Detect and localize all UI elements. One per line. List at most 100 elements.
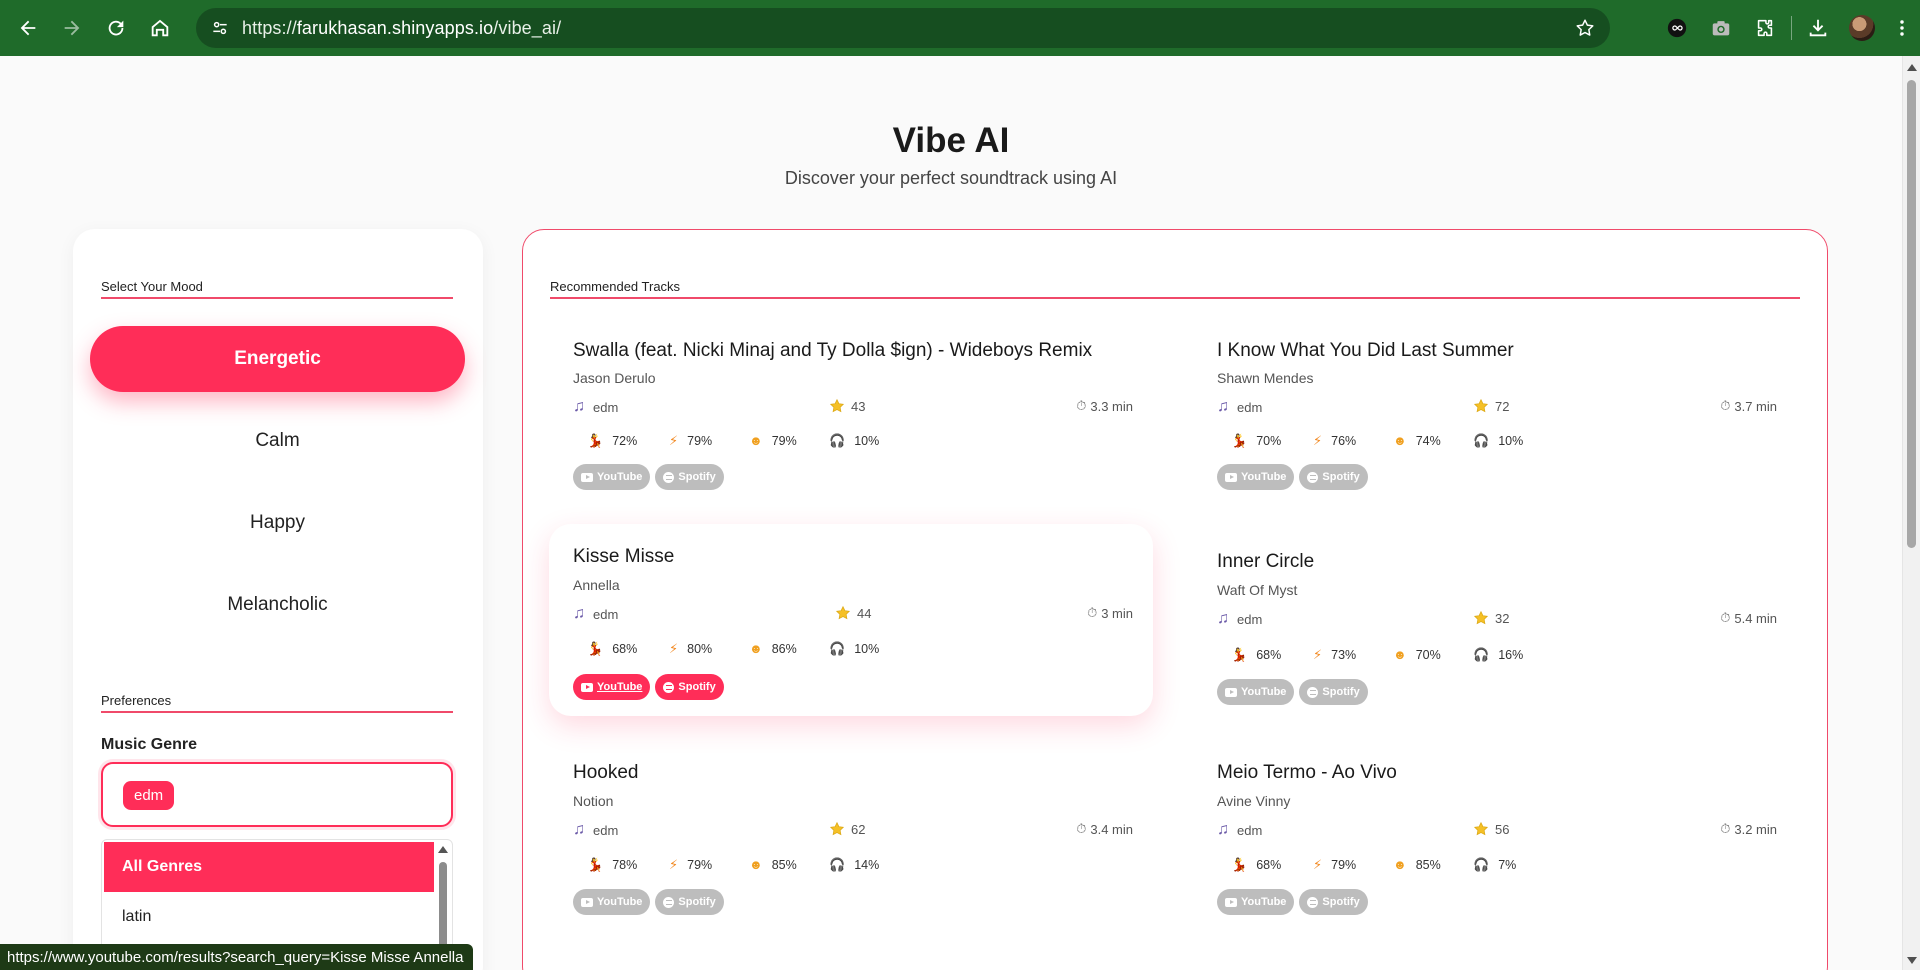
stat-danceability-value: 68% — [1256, 858, 1282, 872]
toolbar-divider — [1791, 16, 1792, 40]
preferences-section-label: Preferences — [101, 693, 172, 708]
spotify-button[interactable]: Spotify — [655, 889, 724, 915]
track-title: Hooked — [573, 762, 639, 783]
smiley-icon: ☻ — [749, 641, 763, 656]
mood-button-happy[interactable]: Happy — [90, 490, 465, 556]
profile-avatar[interactable] — [1840, 8, 1884, 48]
track-genre: ♫ edm — [1217, 821, 1262, 839]
reload-button[interactable] — [94, 8, 138, 48]
track-genre-text: edm — [593, 399, 619, 415]
mood-button-energetic[interactable]: Energetic — [90, 326, 465, 392]
spotify-button-label: Spotify — [1322, 686, 1360, 698]
mood-button-calm[interactable]: Calm — [90, 408, 465, 474]
track-card[interactable]: Meio Termo - Ao Vivo Avine Vinny ♫ edm 56 ⏱ 3.… — [1193, 736, 1797, 928]
spotify-button[interactable]: Spotify — [655, 464, 724, 490]
scroll-thumb[interactable] — [1907, 80, 1916, 548]
extension-camera-icon[interactable] — [1699, 8, 1743, 48]
genre-option-latin[interactable]: latin — [104, 892, 434, 942]
download-icon[interactable] — [1796, 8, 1840, 48]
address-bar[interactable]: https://farukhasan.shinyapps.io/vibe_ai/ — [196, 8, 1610, 48]
track-duration-text: 3.2 min — [1734, 821, 1777, 837]
track-artist: Annella — [573, 577, 620, 593]
track-link-buttons: YouTube Spotify — [573, 674, 724, 700]
track-card[interactable]: Inner Circle Waft Of Myst ♫ edm 32 ⏱ 5.4 min 💃 6… — [1193, 524, 1797, 716]
track-popularity: 72 — [1473, 398, 1509, 414]
forward-button[interactable] — [50, 8, 94, 48]
track-duration-text: 3.3 min — [1090, 398, 1133, 414]
stat-danceability-value: 68% — [612, 642, 638, 656]
track-duration: ⏱ 3.2 min — [1720, 821, 1777, 837]
stat-danceability-value: 72% — [612, 434, 638, 448]
star-icon — [835, 605, 851, 620]
scroll-up-icon[interactable] — [1907, 64, 1917, 71]
dropdown-scroll-up-icon[interactable] — [438, 846, 448, 853]
youtube-button[interactable]: YouTube — [573, 464, 651, 490]
youtube-button[interactable]: YouTube — [1217, 679, 1295, 705]
track-card[interactable]: Swalla (feat. Nicki Minaj and Ty Dolla $… — [549, 316, 1153, 508]
track-title: I Know What You Did Last Summer — [1217, 340, 1514, 361]
stat-energy: ⚡ 79% — [669, 433, 712, 449]
home-button[interactable] — [138, 8, 182, 48]
spotify-button-label: Spotify — [678, 896, 716, 908]
back-button[interactable] — [6, 8, 50, 48]
stat-valence-value: 86% — [771, 641, 797, 656]
spotify-button-label: Spotify — [1322, 471, 1360, 483]
mood-button-melancholic[interactable]: Melancholic — [90, 572, 465, 638]
music-genre-label: Music Genre — [101, 736, 198, 753]
stat-acousticness-value: 10% — [854, 642, 880, 656]
track-card[interactable]: Kisse Misse Annella ♫ edm 44 ⏱ 3 min 💃 68% ⚡ 80% ☻ 8… — [549, 524, 1153, 716]
track-stats-row: 💃 72% ⚡ 79% ☻ 79% 🎧 10% — [573, 433, 973, 451]
stat-acousticness: 🎧 14% — [829, 857, 879, 873]
headphones-icon: 🎧 — [829, 433, 846, 448]
extension-infinity-icon[interactable] — [1655, 8, 1699, 48]
site-info-icon[interactable] — [200, 8, 240, 48]
scroll-down-icon[interactable] — [1907, 957, 1917, 964]
stopwatch-icon: ⏱ — [1720, 398, 1731, 413]
track-popularity: 43 — [829, 398, 865, 414]
url-text: https://farukhasan.shinyapps.io/vibe_ai/ — [242, 18, 561, 39]
youtube-button[interactable]: YouTube — [1217, 889, 1295, 915]
track-popularity-text: 62 — [851, 821, 866, 837]
track-stats-row: 💃 78% ⚡ 79% ☻ 85% 🎧 14% — [573, 857, 973, 875]
stat-valence: ☻ 85% — [1393, 857, 1441, 872]
url-path: /vibe_ai/ — [493, 17, 562, 38]
genre-option-all[interactable]: All Genres — [104, 842, 434, 892]
track-popularity-text: 32 — [1495, 610, 1510, 626]
track-genre-text: edm — [1237, 399, 1263, 415]
url-scheme: https:// — [242, 17, 297, 38]
youtube-button[interactable]: YouTube — [573, 889, 651, 915]
stat-valence: ☻ 85% — [749, 857, 797, 872]
extensions-puzzle-icon[interactable] — [1743, 8, 1787, 48]
track-popularity: 44 — [835, 605, 871, 621]
track-popularity: 32 — [1473, 610, 1509, 626]
lightning-icon: ⚡ — [669, 641, 679, 656]
stat-energy-value: 73% — [1331, 648, 1357, 662]
track-genre: ♫ edm — [1217, 398, 1262, 416]
track-card[interactable]: I Know What You Did Last Summer Shawn Men… — [1193, 316, 1797, 508]
spotify-button[interactable]: Spotify — [1299, 679, 1368, 705]
stat-acousticness: 🎧 7% — [1473, 857, 1516, 873]
headphones-icon: 🎧 — [1473, 433, 1490, 448]
track-genre-text: edm — [593, 822, 619, 838]
stat-energy-value: 80% — [687, 642, 713, 656]
genre-chip-edm[interactable]: edm — [123, 781, 175, 810]
bookmark-star-icon[interactable] — [1574, 17, 1596, 44]
menu-kebab-icon[interactable] — [1884, 8, 1920, 48]
track-card[interactable]: Hooked Notion ♫ edm 62 ⏱ 3.4 min 💃 78% ⚡ 79% ☻ 85% 🎧 1… — [549, 736, 1153, 928]
page-scrollbar[interactable] — [1902, 56, 1920, 970]
spotify-button[interactable]: Spotify — [1299, 889, 1368, 915]
track-stats-row: 💃 68% ⚡ 79% ☻ 85% 🎧 7% — [1217, 857, 1617, 875]
track-stats-row: 💃 68% ⚡ 80% ☻ 86% 🎧 10% — [573, 641, 973, 659]
spotify-button[interactable]: Spotify — [655, 674, 724, 700]
genre-select-input[interactable]: edm — [101, 762, 453, 827]
youtube-button[interactable]: YouTube — [1217, 464, 1295, 490]
track-duration-text: 3.7 min — [1734, 398, 1777, 414]
stat-valence-value: 85% — [1415, 857, 1441, 872]
track-duration: ⏱ 3.7 min — [1720, 398, 1777, 414]
browser-toolbar: https://farukhasan.shinyapps.io/vibe_ai/ — [0, 0, 1920, 56]
spotify-button[interactable]: Spotify — [1299, 464, 1368, 490]
mood-section-label: Select Your Mood — [101, 279, 203, 294]
headphones-icon: 🎧 — [829, 641, 846, 656]
youtube-button[interactable]: YouTube — [573, 674, 651, 700]
star-icon — [829, 821, 845, 836]
